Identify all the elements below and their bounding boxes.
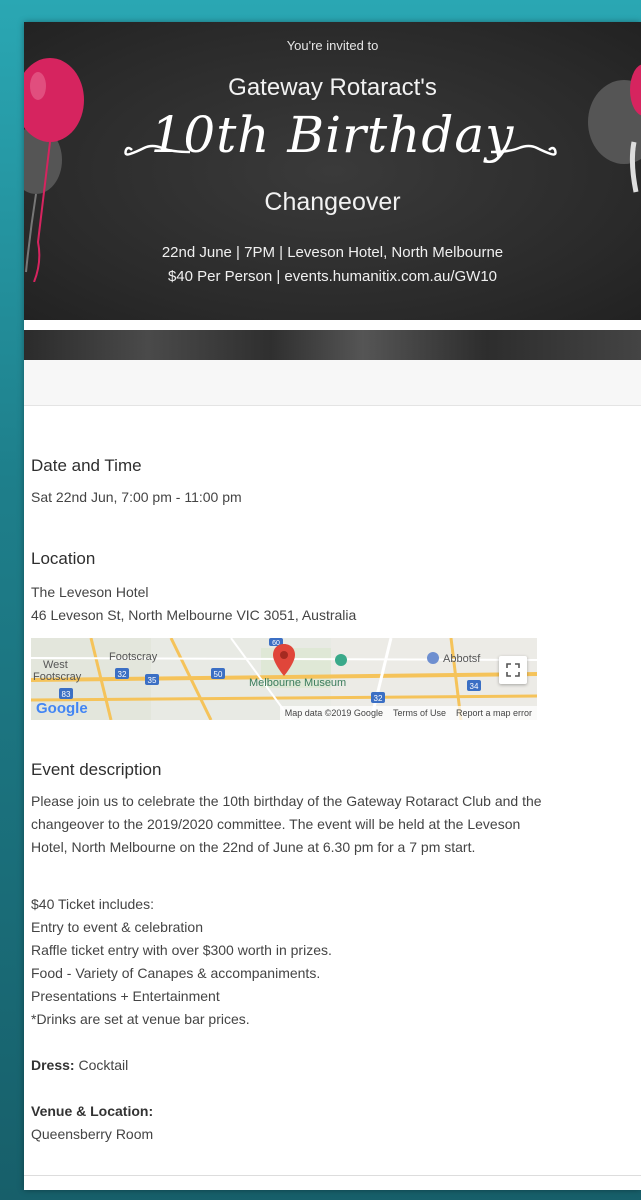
- map-footer: Map data ©2019 Google Terms of Use Repor…: [279, 706, 537, 720]
- ticket-item: Entry to event & celebration: [31, 919, 203, 935]
- description-paragraph: Please join us to celebrate the 10th bir…: [31, 793, 542, 855]
- banner-bottom-strip: [24, 330, 641, 360]
- event-banner: You're invited to Gateway Rotaract's 10t…: [24, 22, 641, 320]
- svg-text:32: 32: [118, 670, 127, 679]
- banner-details-line2: $40 Per Person | events.humanitix.com.au…: [167, 268, 498, 285]
- banner-details-line1: 22nd June | 7PM | Leveson Hotel, North M…: [161, 244, 504, 261]
- venue-value: Queensberry Room: [31, 1126, 154, 1142]
- map-label-footscray: Footscray: [109, 651, 158, 663]
- map-label-abbotsford: Abbotsf: [443, 653, 481, 665]
- location-heading: Location: [31, 549, 96, 568]
- fullscreen-icon: [506, 663, 520, 677]
- ticket-item: *Drinks are set at venue bar prices.: [31, 1011, 250, 1027]
- svg-text:34: 34: [470, 682, 479, 691]
- svg-text:32: 32: [374, 694, 383, 703]
- event-details: Date and Time Sat 22nd Jun, 7:00 pm - 11…: [24, 456, 641, 1146]
- location-name: The Leveson Hotel: [31, 584, 149, 600]
- dress-value: Cocktail: [74, 1057, 129, 1073]
- event-page[interactable]: You're invited to Gateway Rotaract's 10t…: [24, 22, 641, 1190]
- map-terms-link[interactable]: Terms of Use: [393, 708, 446, 718]
- date-time-heading: Date and Time: [31, 456, 142, 475]
- dress-code: Dress: Cocktail: [31, 1054, 634, 1077]
- swirl-right-icon: [490, 144, 557, 156]
- date-time-value: Sat 22nd Jun, 7:00 pm - 11:00 pm: [31, 489, 242, 505]
- banner-divider: [24, 320, 641, 330]
- map-label-museum: Melbourne Museum: [249, 677, 347, 689]
- google-logo: Google: [36, 700, 88, 717]
- club-name: Gateway Rotaract's: [228, 74, 437, 101]
- map-fullscreen-button[interactable]: [499, 656, 527, 684]
- invited-text: You're invited to: [286, 38, 379, 53]
- location-address: 46 Leveson St, North Melbourne VIC 3051,…: [31, 607, 357, 623]
- map-label-footscray-west: Footscray: [33, 671, 82, 683]
- map-label-west: West: [43, 659, 68, 671]
- changeover-text: Changeover: [264, 188, 401, 216]
- bottom-divider: [24, 1175, 641, 1176]
- map-pin-icon[interactable]: [273, 644, 295, 676]
- description-heading: Event description: [31, 760, 162, 779]
- svg-text:35: 35: [148, 676, 157, 685]
- ticket-item: Raffle ticket entry with over $300 worth…: [31, 942, 332, 958]
- toolbar-area: [24, 360, 641, 406]
- ticket-item: Food - Variety of Canapes & accompanimen…: [31, 965, 321, 981]
- svg-text:50: 50: [214, 670, 223, 679]
- location-map[interactable]: 32 35 50 83 60 32 34 West Footscray Foot…: [31, 638, 537, 720]
- ticket-item: Presentations + Entertainment: [31, 988, 220, 1004]
- venue-label: Venue & Location:: [31, 1103, 154, 1119]
- ticket-heading: $40 Ticket includes:: [31, 896, 154, 912]
- dress-label: Dress:: [31, 1057, 75, 1073]
- svg-text:83: 83: [62, 690, 71, 699]
- map-report-link[interactable]: Report a map error: [456, 708, 532, 718]
- map-data-credit: Map data ©2019 Google: [284, 708, 383, 718]
